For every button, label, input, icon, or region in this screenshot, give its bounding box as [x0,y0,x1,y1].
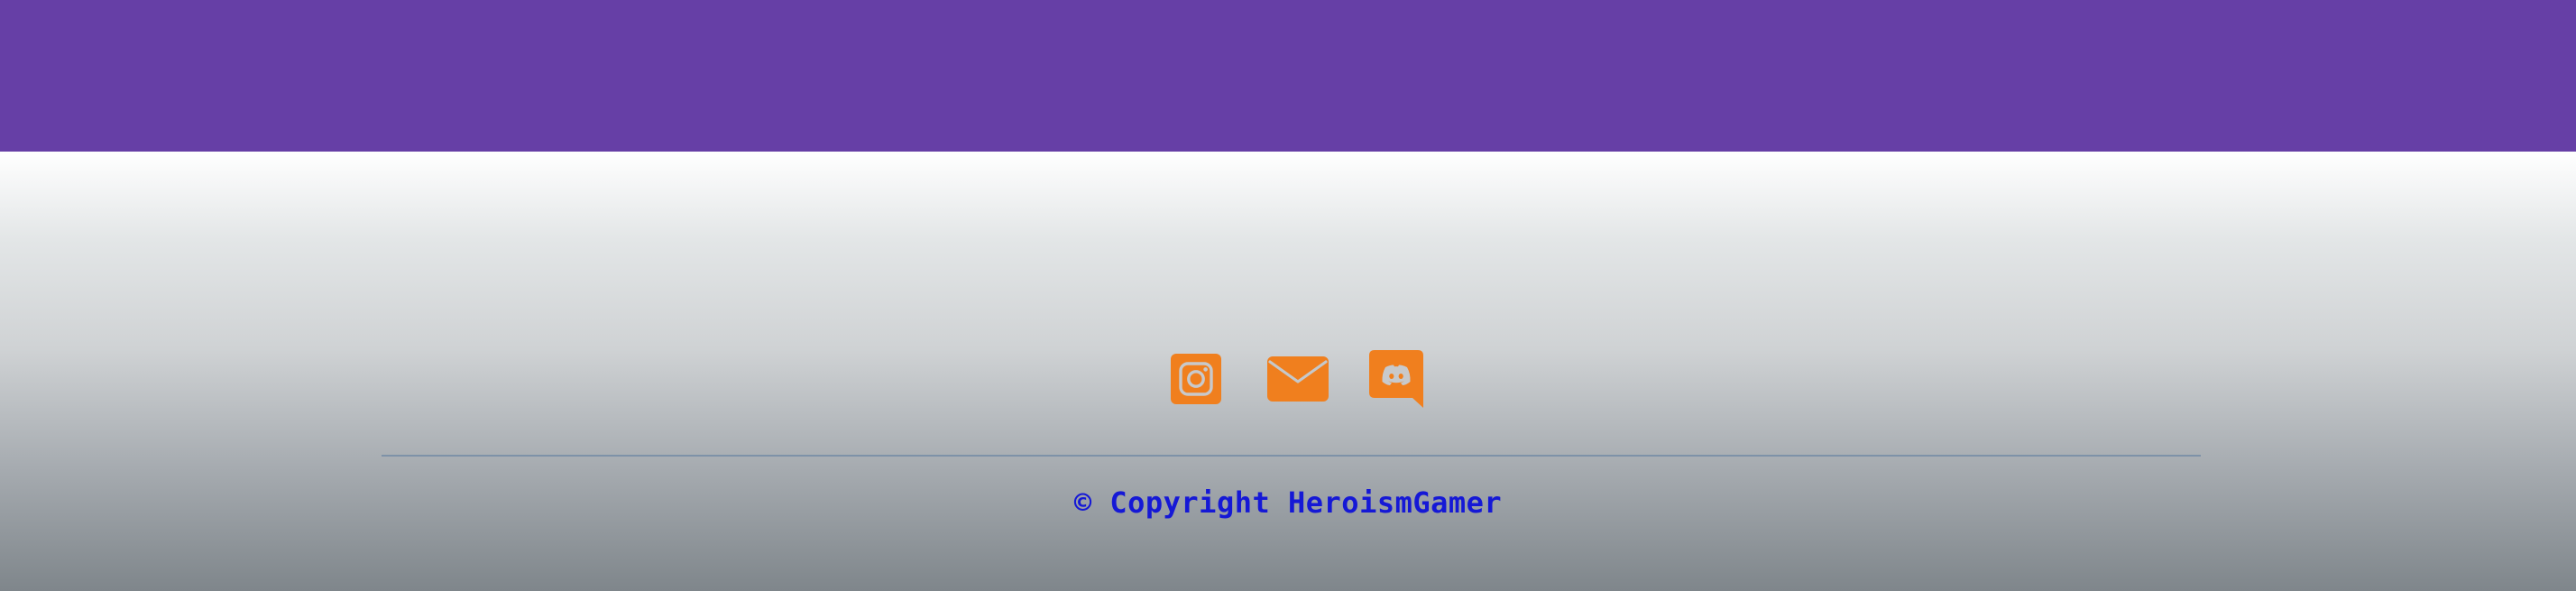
social-links [0,350,2576,408]
email-link[interactable] [1267,356,1329,402]
instagram-icon [1171,354,1221,404]
mail-icon [1267,356,1329,402]
copyright-text: © Copyright HeroismGamer [1073,485,1503,520]
footer-divider [382,455,2201,457]
page: © Copyright HeroismGamer [0,0,2576,591]
header-band [0,0,2576,152]
discord-icon [1369,350,1423,408]
instagram-link[interactable] [1171,354,1221,404]
site-footer: © Copyright HeroismGamer [0,152,2576,591]
discord-link[interactable] [1369,350,1423,408]
